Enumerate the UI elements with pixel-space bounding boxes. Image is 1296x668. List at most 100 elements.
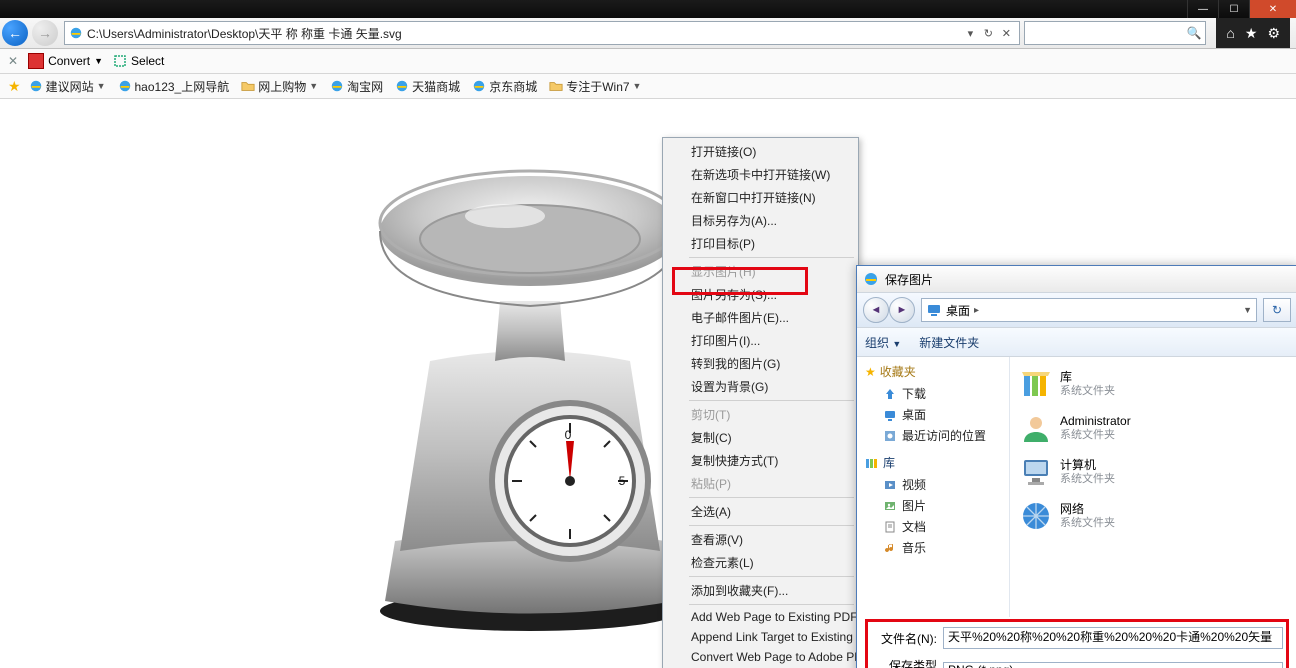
select-label: Select xyxy=(131,54,164,68)
convert-button[interactable]: Convert ▼ xyxy=(28,53,103,69)
context-menu-item[interactable]: 在新选项卡中打开链接(W) xyxy=(663,163,858,186)
context-menu-item[interactable]: 电子邮件图片(E)... xyxy=(663,306,858,329)
page-content: 0 5 打开链接(O)在新选项卡中打开链接(W)在新窗口中打开链接(N)目标另存… xyxy=(0,99,1296,668)
convert-label: Convert xyxy=(48,54,90,68)
sidebar-item[interactable]: 视频 xyxy=(865,474,1005,495)
toolbar-close-icon[interactable]: ✕ xyxy=(8,54,18,68)
home-icon[interactable]: ⌂ xyxy=(1226,25,1234,41)
favorite-item[interactable]: 专注于Win7▼ xyxy=(549,78,641,95)
sidebar-favorites-header[interactable]: ★ 收藏夹 xyxy=(865,363,1005,380)
star-icon: ★ xyxy=(865,365,876,379)
context-menu-item[interactable]: Add Web Page to Existing PDF xyxy=(663,607,858,627)
context-menu-item[interactable]: 转到我的图片(G) xyxy=(663,352,858,375)
window-titlebar: — ☐ ✕ xyxy=(0,0,1296,18)
maximize-button[interactable]: ☐ xyxy=(1218,0,1249,18)
new-folder-button[interactable]: 新建文件夹 xyxy=(919,334,979,351)
context-menu-item[interactable]: 复制(C) xyxy=(663,426,858,449)
menu-separator xyxy=(689,604,854,605)
dialog-sidebar: ★ 收藏夹 下载桌面最近访问的位置 库 视频图片文档音乐 xyxy=(857,357,1010,617)
browser-sysicons: ⌂ ★ ⚙ xyxy=(1216,18,1290,48)
context-menu-item[interactable]: 打开链接(O) xyxy=(663,140,858,163)
dialog-toolbar: 组织 ▼ 新建文件夹 xyxy=(857,328,1296,357)
context-menu-item[interactable]: 目标另存为(A)... xyxy=(663,209,858,232)
svg-text:0: 0 xyxy=(565,428,572,442)
select-icon xyxy=(113,54,127,68)
ie-icon xyxy=(69,26,83,40)
file-list-item[interactable]: 计算机系统文件夹 xyxy=(1016,451,1220,493)
context-menu-item[interactable]: Convert Web Page to Adobe PDF xyxy=(663,647,858,667)
sidebar-item[interactable]: 音乐 xyxy=(865,537,1005,558)
desktop-icon xyxy=(926,302,942,318)
favorites-bar: ★ 建议网站▼ hao123_上网导航网上购物▼ 淘宝网天猫商城京东商城专注于Win… xyxy=(0,74,1296,99)
window-controls: — ☐ ✕ xyxy=(1187,0,1296,18)
context-menu-item[interactable]: 打印目标(P) xyxy=(663,232,858,255)
sidebar-item[interactable]: 图片 xyxy=(865,495,1005,516)
dialog-nav: ◄ ► 桌面 ▸ ▼ ↻ xyxy=(857,293,1296,328)
convert-toolbar: ✕ Convert ▼ Select xyxy=(0,49,1296,74)
nav-row: ← → C:\Users\Administrator\Desktop\天平 称 … xyxy=(0,18,1296,49)
sidebar-item[interactable]: 桌面 xyxy=(865,404,1005,425)
favorite-item[interactable]: 京东商城 xyxy=(472,78,537,95)
file-list-item[interactable]: 网络系统文件夹 xyxy=(1016,495,1220,537)
libraries-icon xyxy=(865,456,879,470)
svg-text:5: 5 xyxy=(619,474,626,488)
sidebar-item[interactable]: 下载 xyxy=(865,383,1005,404)
context-menu-item[interactable]: 查看源(V) xyxy=(663,528,858,551)
organize-button[interactable]: 组织 ▼ xyxy=(865,334,901,351)
minimize-button[interactable]: — xyxy=(1187,0,1218,18)
favorite-item[interactable]: hao123_上网导航 xyxy=(118,78,230,95)
favorite-item[interactable]: 建议网站▼ xyxy=(29,78,106,95)
sidebar-item[interactable]: 文档 xyxy=(865,516,1005,537)
favorite-item[interactable]: 天猫商城 xyxy=(395,78,460,95)
select-button[interactable]: Select xyxy=(113,54,164,68)
context-menu: 打开链接(O)在新选项卡中打开链接(W)在新窗口中打开链接(N)目标另存为(A)… xyxy=(662,137,859,668)
scale-image[interactable]: 0 5 xyxy=(370,111,690,631)
context-menu-item[interactable]: 图片另存为(S)... xyxy=(663,283,858,306)
context-menu-item[interactable]: 在新窗口中打开链接(N) xyxy=(663,186,858,209)
address-bar[interactable]: C:\Users\Administrator\Desktop\天平 称 称重 卡… xyxy=(64,21,1020,45)
favorite-item[interactable]: 网上购物▼ xyxy=(241,78,318,95)
menu-separator xyxy=(689,257,854,258)
search-icon: 🔍 xyxy=(1186,26,1201,40)
search-box[interactable]: 🔍 xyxy=(1024,21,1206,45)
context-menu-item[interactable]: 设置为背景(G) xyxy=(663,375,858,398)
sidebar-libraries-header[interactable]: 库 xyxy=(865,454,1005,471)
dialog-refresh-button[interactable]: ↻ xyxy=(1263,298,1291,322)
context-menu-item[interactable]: Append Link Target to Existing PDF xyxy=(663,627,858,647)
settings-gear-icon[interactable]: ⚙ xyxy=(1267,25,1280,42)
filetype-select[interactable]: PNG (*.png) xyxy=(943,662,1283,668)
breadcrumb-label: 桌面 xyxy=(946,302,970,319)
address-text: C:\Users\Administrator\Desktop\天平 称 称重 卡… xyxy=(87,25,961,42)
address-dropdown-icon[interactable]: ▾ xyxy=(961,27,979,40)
context-menu-item: 显示图片(H) xyxy=(663,260,858,283)
menu-separator xyxy=(689,497,854,498)
favorite-item[interactable]: 淘宝网 xyxy=(330,78,383,95)
crumb-dropdown-icon[interactable]: ▼ xyxy=(1243,305,1252,315)
dialog-file-list: 库系统文件夹Administrator系统文件夹计算机系统文件夹网络系统文件夹 xyxy=(1010,357,1296,617)
close-button[interactable]: ✕ xyxy=(1249,0,1296,18)
favorites-star-icon[interactable]: ★ xyxy=(1245,25,1258,42)
back-button[interactable]: ← xyxy=(2,20,28,46)
context-menu-item[interactable]: 全选(A) xyxy=(663,500,858,523)
file-list-item[interactable]: 库系统文件夹 xyxy=(1016,363,1220,405)
context-menu-item: 粘贴(P) xyxy=(663,472,858,495)
sidebar-item[interactable]: 最近访问的位置 xyxy=(865,425,1005,446)
dialog-forward-button[interactable]: ► xyxy=(889,297,915,323)
file-list-item[interactable]: Administrator系统文件夹 xyxy=(1016,407,1220,449)
context-menu-item[interactable]: 打印图片(I)... xyxy=(663,329,858,352)
add-favorite-star-icon[interactable]: ★ xyxy=(8,78,21,95)
save-picture-dialog: 保存图片 ◄ ► 桌面 ▸ ▼ ↻ 组织 ▼ 新建文件夹 ★ xyxy=(856,265,1296,668)
dialog-back-button[interactable]: ◄ xyxy=(863,297,889,323)
context-menu-item[interactable]: 复制快捷方式(T) xyxy=(663,449,858,472)
stop-icon[interactable]: ✕ xyxy=(997,27,1015,40)
context-menu-item: 剪切(T) xyxy=(663,403,858,426)
context-menu-item[interactable]: 检查元素(L) xyxy=(663,551,858,574)
crumb-arrow-icon: ▸ xyxy=(974,305,979,316)
breadcrumb[interactable]: 桌面 ▸ ▼ xyxy=(921,298,1257,322)
context-menu-item[interactable]: 添加到收藏夹(F)... xyxy=(663,579,858,602)
forward-button[interactable]: → xyxy=(32,20,58,46)
filename-input[interactable]: 天平%20%20称%20%20称重%20%20%20卡通%20%20矢量 xyxy=(943,627,1283,649)
dialog-fields: 文件名(N): 天平%20%20称%20%20称重%20%20%20卡通%20%… xyxy=(857,617,1296,668)
filename-label: 文件名(N): xyxy=(871,630,937,647)
refresh-icon[interactable]: ↻ xyxy=(979,27,997,40)
